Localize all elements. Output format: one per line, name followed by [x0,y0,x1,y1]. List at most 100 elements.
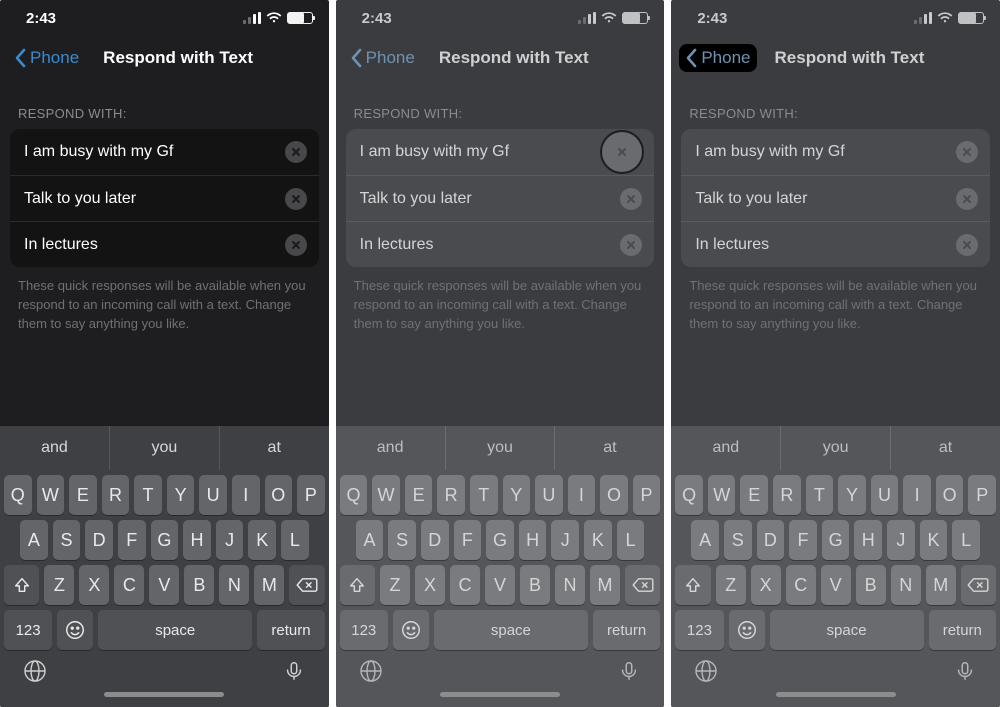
suggestion[interactable]: you [110,426,220,470]
key-P[interactable]: P [297,475,325,515]
key-L[interactable]: L [952,520,980,560]
key-Z[interactable]: Z [44,565,74,605]
clear-button[interactable] [956,141,978,163]
suggestion[interactable]: and [0,426,110,470]
numbers-key[interactable]: 123 [340,610,388,650]
key-I[interactable]: I [232,475,260,515]
key-I[interactable]: I [568,475,596,515]
delete-key[interactable] [289,565,324,605]
key-T[interactable]: T [134,475,162,515]
emoji-key[interactable] [57,610,93,650]
key-Y[interactable]: Y [167,475,195,515]
suggestion[interactable]: and [336,426,446,470]
clear-button[interactable] [285,141,307,163]
key-Y[interactable]: Y [503,475,531,515]
key-D[interactable]: D [421,520,449,560]
key-W[interactable]: W [372,475,400,515]
suggestion[interactable]: at [891,426,1000,470]
space-key[interactable]: space [98,610,252,650]
response-row[interactable]: In lectures [346,221,655,267]
numbers-key[interactable]: 123 [4,610,52,650]
key-D[interactable]: D [85,520,113,560]
key-C[interactable]: C [114,565,144,605]
mic-icon[interactable] [281,658,307,684]
back-button[interactable]: Phone [679,44,756,72]
response-row[interactable]: In lectures [681,221,990,267]
key-H[interactable]: H [183,520,211,560]
key-F[interactable]: F [789,520,817,560]
key-B[interactable]: B [856,565,886,605]
key-K[interactable]: K [248,520,276,560]
delete-key[interactable] [625,565,660,605]
key-L[interactable]: L [281,520,309,560]
key-W[interactable]: W [37,475,65,515]
globe-icon[interactable] [358,658,384,684]
mic-icon[interactable] [616,658,642,684]
key-Q[interactable]: Q [675,475,703,515]
key-C[interactable]: C [450,565,480,605]
key-J[interactable]: J [887,520,915,560]
key-F[interactable]: F [454,520,482,560]
response-row[interactable]: I am busy with my Gf [681,129,990,175]
key-N[interactable]: N [891,565,921,605]
numbers-key[interactable]: 123 [675,610,723,650]
key-Q[interactable]: Q [340,475,368,515]
response-row[interactable]: I am busy with my Gf [346,129,655,175]
key-H[interactable]: H [519,520,547,560]
key-X[interactable]: X [415,565,445,605]
key-P[interactable]: P [633,475,661,515]
key-A[interactable]: A [20,520,48,560]
key-X[interactable]: X [79,565,109,605]
key-G[interactable]: G [151,520,179,560]
key-E[interactable]: E [740,475,768,515]
key-R[interactable]: R [102,475,130,515]
key-O[interactable]: O [600,475,628,515]
clear-button[interactable] [620,234,642,256]
shift-key[interactable] [340,565,375,605]
response-row[interactable]: Talk to you later [681,175,990,221]
key-G[interactable]: G [822,520,850,560]
clear-button[interactable] [620,188,642,210]
suggestion[interactable]: you [781,426,891,470]
clear-button[interactable] [956,234,978,256]
space-key[interactable]: space [434,610,588,650]
response-row[interactable]: Talk to you later [346,175,655,221]
return-key[interactable]: return [929,610,996,650]
clear-button[interactable] [285,188,307,210]
key-V[interactable]: V [485,565,515,605]
suggestion[interactable]: at [220,426,329,470]
key-G[interactable]: G [486,520,514,560]
key-S[interactable]: S [724,520,752,560]
key-R[interactable]: R [773,475,801,515]
response-row[interactable]: In lectures [10,221,319,267]
key-N[interactable]: N [219,565,249,605]
key-O[interactable]: O [936,475,964,515]
response-row[interactable]: I am busy with my Gf [10,129,319,175]
key-I[interactable]: I [903,475,931,515]
home-indicator[interactable] [104,692,224,697]
key-T[interactable]: T [470,475,498,515]
key-Z[interactable]: Z [716,565,746,605]
key-M[interactable]: M [590,565,620,605]
key-S[interactable]: S [53,520,81,560]
key-O[interactable]: O [265,475,293,515]
key-U[interactable]: U [535,475,563,515]
key-U[interactable]: U [199,475,227,515]
key-P[interactable]: P [968,475,996,515]
home-indicator[interactable] [440,692,560,697]
globe-icon[interactable] [22,658,48,684]
key-S[interactable]: S [388,520,416,560]
delete-key[interactable] [961,565,996,605]
key-B[interactable]: B [184,565,214,605]
return-key[interactable]: return [593,610,660,650]
back-button[interactable]: Phone [344,44,421,72]
key-Y[interactable]: Y [838,475,866,515]
clear-button[interactable] [285,234,307,256]
key-L[interactable]: L [617,520,645,560]
key-M[interactable]: M [254,565,284,605]
key-E[interactable]: E [405,475,433,515]
key-X[interactable]: X [751,565,781,605]
key-V[interactable]: V [149,565,179,605]
globe-icon[interactable] [693,658,719,684]
key-R[interactable]: R [437,475,465,515]
